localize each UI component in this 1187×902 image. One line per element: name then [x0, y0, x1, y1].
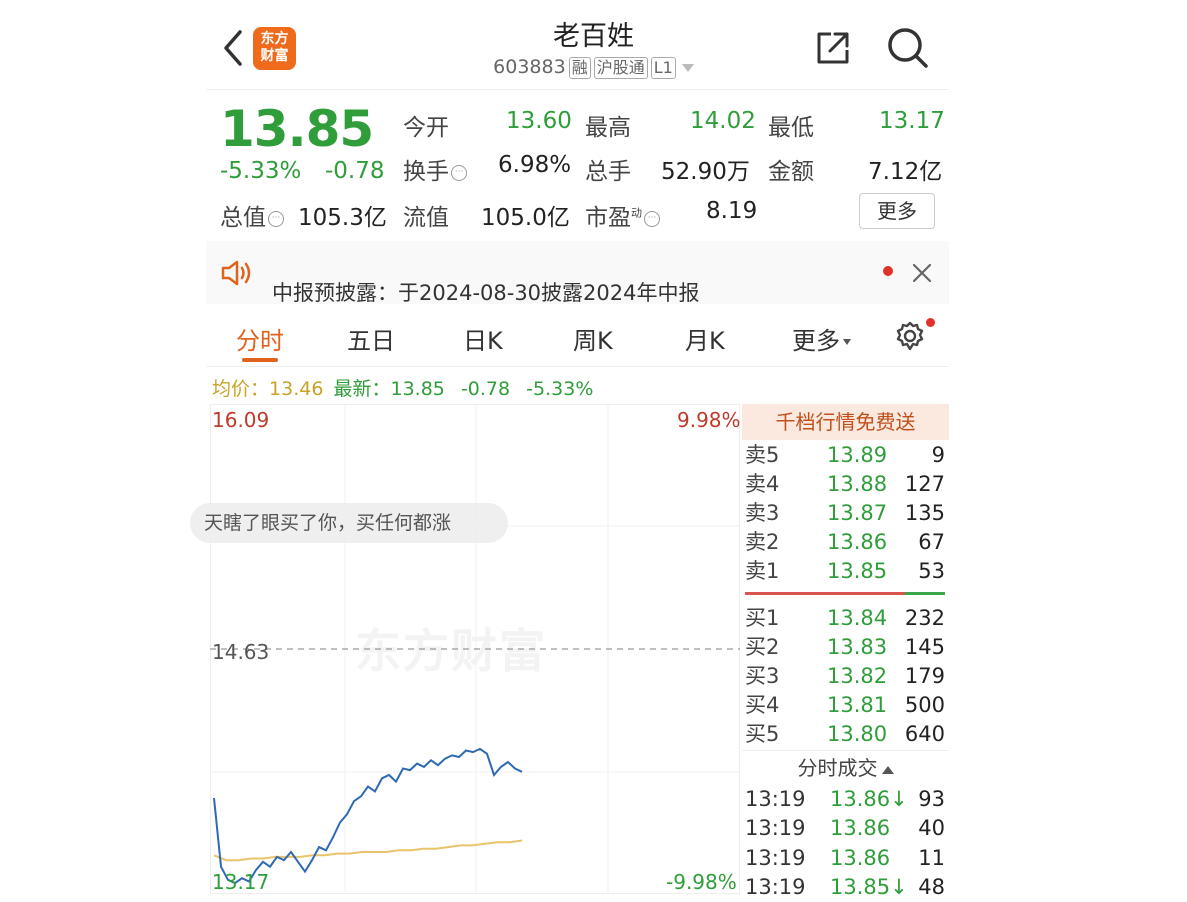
avg-value: 13.46 [269, 378, 324, 400]
share-icon [817, 32, 849, 64]
search-button[interactable] [886, 26, 930, 70]
axis-mid-price: 14.63 [212, 640, 270, 664]
tick-row: 13:19 13.86 40 [745, 816, 945, 840]
bid-row: 买1 13.84 232 [745, 606, 945, 630]
chevron-down-icon [843, 339, 851, 345]
axis-top-pct: 9.98% [677, 408, 741, 432]
info-change-pct: -5.33% [526, 378, 594, 400]
ask-row: 卖4 13.88 127 [745, 472, 945, 496]
change-amount: -0.78 [325, 158, 385, 184]
latest-value: 13.85 [390, 378, 445, 400]
speaker-icon [220, 258, 254, 288]
settings-badge-dot [926, 318, 935, 327]
turnover-label[interactable]: 换手 ··· [403, 152, 467, 186]
notice-text[interactable]: 中报预披露：于2024-08-30披露2024年中报 [272, 277, 699, 307]
more-button[interactable]: 更多 [859, 193, 935, 229]
open-value: 13.60 [506, 108, 572, 134]
orderbook-promo-banner[interactable]: 千档行情免费送 [742, 404, 949, 440]
tab-daily-k[interactable]: 日K [463, 321, 503, 356]
tabs-divider [206, 366, 949, 367]
bid-row: 买5 13.80 640 [745, 722, 945, 746]
danmaku-comment[interactable]: 天瞎了眼买了你，买任何都涨 [190, 503, 508, 543]
bid-ratio-bar [905, 592, 945, 595]
tab-weekly-k[interactable]: 周K [573, 321, 613, 356]
share-button[interactable] [813, 28, 853, 68]
volume-label: 总手 [585, 159, 631, 185]
ask-row: 卖1 13.85 53 [745, 559, 945, 583]
ask-ratio-bar [745, 592, 905, 595]
info-change: -0.78 [460, 378, 511, 400]
gear-icon [896, 321, 924, 351]
avg-label: 均价： [212, 378, 270, 400]
latest-label: 最新： [333, 378, 391, 400]
amount-label: 金额 [768, 159, 814, 185]
ellipsis-circle-icon: ··· [644, 210, 660, 227]
chevron-down-icon[interactable] [681, 63, 694, 72]
tab-active-indicator [242, 358, 278, 362]
chevron-up-icon [881, 765, 894, 774]
bid-row: 买3 13.82 179 [745, 664, 945, 688]
stock-name: 老百姓 [553, 21, 634, 52]
chart-settings-button[interactable] [894, 320, 926, 352]
close-notice-button[interactable] [911, 262, 933, 284]
turnover-value: 6.98% [498, 152, 572, 178]
unread-dot [883, 266, 893, 276]
tab-more[interactable]: 更多 [792, 321, 851, 356]
orderbook-divider [742, 750, 949, 751]
current-price: 13.85 [220, 100, 374, 158]
ask-row: 卖3 13.87 135 [745, 501, 945, 525]
pe-value: 8.19 [706, 198, 758, 224]
header-divider [206, 89, 949, 90]
ticks-toggle[interactable]: 分时成交 [742, 752, 949, 781]
tab-five-day[interactable]: 五日 [347, 321, 395, 356]
tab-intraday[interactable]: 分时 [236, 321, 284, 356]
stock-code-line: 603883 融沪股通 L1 [0, 56, 1187, 79]
axis-bottom-pct: -9.98% [666, 870, 737, 894]
bid-row: 买4 13.81 500 [745, 693, 945, 717]
intraday-chart-svg[interactable] [210, 404, 740, 894]
ellipsis-circle-icon: ··· [268, 210, 284, 227]
axis-top-price: 16.09 [212, 408, 270, 432]
close-icon [912, 263, 932, 283]
search-icon [888, 28, 928, 68]
high-value: 14.02 [690, 108, 756, 134]
tag-level: L1 [650, 57, 676, 79]
open-label: 今开 [403, 115, 449, 141]
change-pct: -5.33% [220, 158, 302, 184]
mktcap-value: 105.3亿 [298, 205, 387, 231]
ellipsis-circle-icon: ··· [451, 164, 467, 181]
tab-monthly-k[interactable]: 月K [685, 321, 725, 356]
float-label: 流值 [403, 205, 449, 231]
tick-row: 13:19 13.86↓ 93 [745, 787, 945, 811]
tick-row: 13:19 13.86 11 [745, 846, 945, 870]
pe-label[interactable]: 市盈动 ··· [585, 198, 660, 232]
ask-row: 卖5 13.89 9 [745, 443, 945, 467]
low-value: 13.17 [879, 108, 945, 134]
float-value: 105.0亿 [481, 205, 570, 231]
amount-value: 7.12亿 [868, 159, 943, 185]
chart-info-row: 均价：13.46 最新：13.85 -0.78 -5.33% [212, 374, 593, 401]
mktcap-label[interactable]: 总值 ··· [220, 198, 284, 232]
tag-connect: 沪股通 [593, 57, 648, 79]
volume-value: 52.90万 [661, 159, 750, 185]
tick-row: 13:19 13.85↓ 48 [745, 875, 945, 899]
high-label: 最高 [585, 115, 631, 141]
bid-row: 买2 13.83 145 [745, 635, 945, 659]
ask-row: 卖2 13.86 67 [745, 530, 945, 554]
low-label: 最低 [768, 115, 814, 141]
tag-margin: 融 [568, 57, 591, 79]
stock-code: 603883 [493, 56, 566, 78]
axis-bottom-price: 13.17 [212, 870, 270, 894]
